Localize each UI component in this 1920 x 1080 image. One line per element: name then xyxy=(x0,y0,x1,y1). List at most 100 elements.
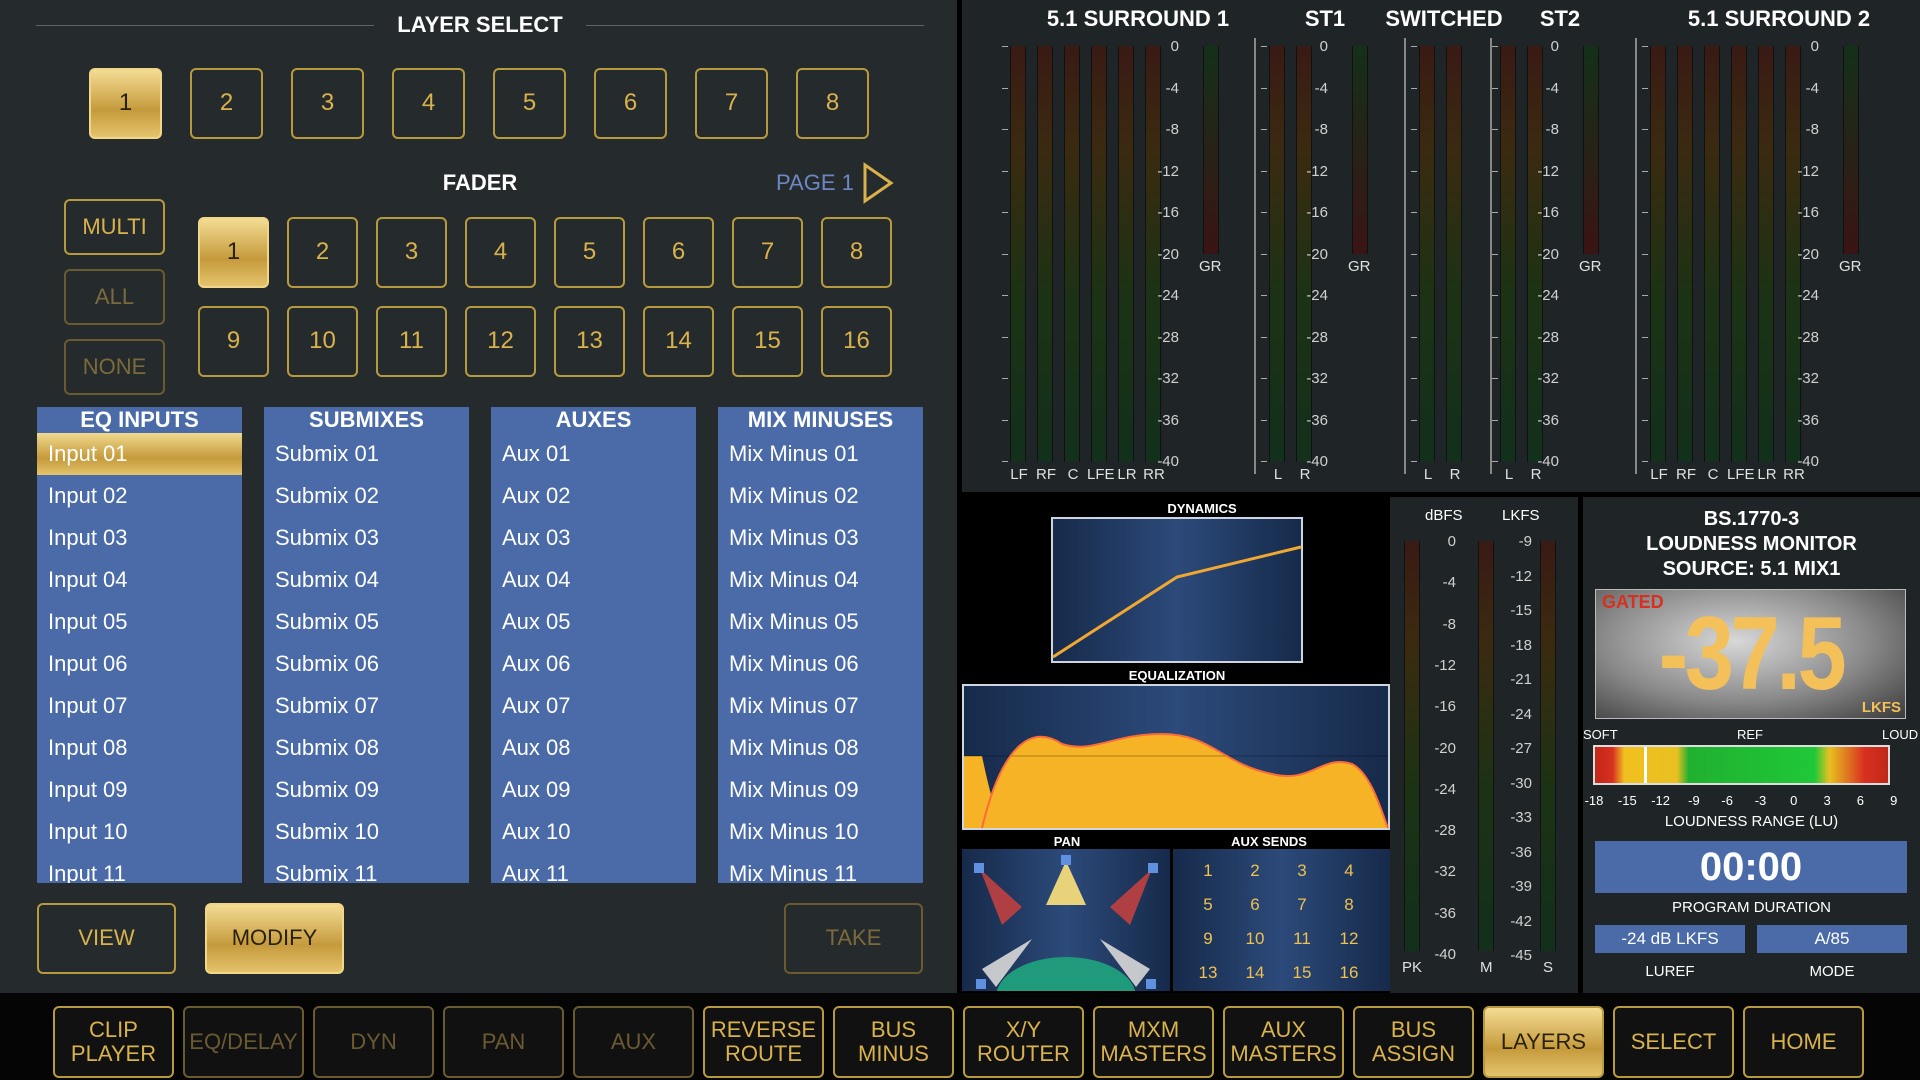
aux-send-5[interactable]: 5 xyxy=(1193,895,1223,915)
aux-send-3[interactable]: 3 xyxy=(1287,861,1317,881)
fader-button-11[interactable]: 11 xyxy=(376,306,447,377)
list-item[interactable]: Aux 09 xyxy=(491,769,696,811)
list-item[interactable]: Input 08 xyxy=(37,727,242,769)
list-item[interactable]: Submix 11 xyxy=(264,853,469,883)
fader-button-6[interactable]: 6 xyxy=(643,217,714,288)
aux-send-2[interactable]: 2 xyxy=(1240,861,1270,881)
list-item[interactable]: Input 05 xyxy=(37,601,242,643)
layer-button-1[interactable]: 1 xyxy=(89,68,162,139)
list-item[interactable]: Aux 06 xyxy=(491,643,696,685)
list-item[interactable]: Submix 07 xyxy=(264,685,469,727)
list-item[interactable]: Input 06 xyxy=(37,643,242,685)
all-button[interactable]: ALL xyxy=(64,269,165,325)
aux-send-8[interactable]: 8 xyxy=(1334,895,1364,915)
fader-button-14[interactable]: 14 xyxy=(643,306,714,377)
list-item[interactable]: Submix 03 xyxy=(264,517,469,559)
list-item[interactable]: Mix Minus 04 xyxy=(718,559,923,601)
list-item[interactable]: Submix 09 xyxy=(264,769,469,811)
layer-button-6[interactable]: 6 xyxy=(594,68,667,139)
aux-send-12[interactable]: 12 xyxy=(1334,929,1364,949)
nav-aux-masters-button[interactable]: AUX MASTERS xyxy=(1223,1006,1344,1078)
list-item[interactable]: Submix 08 xyxy=(264,727,469,769)
list-item[interactable]: Input 11 xyxy=(37,853,242,883)
nav-clip-player-button[interactable]: CLIP PLAYER xyxy=(53,1006,174,1078)
nav-mxm-masters-button[interactable]: MXM MASTERS xyxy=(1093,1006,1214,1078)
fader-button-8[interactable]: 8 xyxy=(821,217,892,288)
fader-button-10[interactable]: 10 xyxy=(287,306,358,377)
layer-button-8[interactable]: 8 xyxy=(796,68,869,139)
aux-send-6[interactable]: 6 xyxy=(1240,895,1270,915)
list-item[interactable]: Submix 04 xyxy=(264,559,469,601)
modify-button[interactable]: MODIFY xyxy=(205,903,344,974)
layer-button-3[interactable]: 3 xyxy=(291,68,364,139)
list-item[interactable]: Submix 06 xyxy=(264,643,469,685)
fader-button-5[interactable]: 5 xyxy=(554,217,625,288)
nav-x-y-router-button[interactable]: X/Y ROUTER xyxy=(963,1006,1084,1078)
list-item[interactable]: Mix Minus 08 xyxy=(718,727,923,769)
fader-button-4[interactable]: 4 xyxy=(465,217,536,288)
aux-send-15[interactable]: 15 xyxy=(1287,963,1317,983)
layer-button-2[interactable]: 2 xyxy=(190,68,263,139)
nav-bus-assign-button[interactable]: BUS ASSIGN xyxy=(1353,1006,1474,1078)
nav-layers-button[interactable]: LAYERS xyxy=(1483,1006,1604,1078)
nav-pan-button[interactable]: PAN xyxy=(443,1006,564,1078)
mode-value[interactable]: A/85 xyxy=(1757,925,1907,953)
aux-send-9[interactable]: 9 xyxy=(1193,929,1223,949)
aux-send-13[interactable]: 13 xyxy=(1193,963,1223,983)
list-item[interactable]: Submix 10 xyxy=(264,811,469,853)
multi-button[interactable]: MULTI xyxy=(64,199,165,255)
next-page-icon[interactable] xyxy=(862,162,894,204)
fader-button-1[interactable]: 1 xyxy=(198,217,269,288)
list-item[interactable]: Mix Minus 11 xyxy=(718,853,923,883)
view-button[interactable]: VIEW xyxy=(37,903,176,974)
list-item[interactable]: Aux 07 xyxy=(491,685,696,727)
nav-reverse-route-button[interactable]: REVERSE ROUTE xyxy=(703,1006,824,1078)
list-item[interactable]: Aux 01 xyxy=(491,433,696,475)
nav-bus-minus-button[interactable]: BUS MINUS xyxy=(833,1006,954,1078)
list-item[interactable]: Mix Minus 07 xyxy=(718,685,923,727)
layer-button-4[interactable]: 4 xyxy=(392,68,465,139)
list-item[interactable]: Mix Minus 01 xyxy=(718,433,923,475)
list-item[interactable]: Aux 05 xyxy=(491,601,696,643)
list-item[interactable]: Mix Minus 06 xyxy=(718,643,923,685)
layer-button-5[interactable]: 5 xyxy=(493,68,566,139)
aux-send-7[interactable]: 7 xyxy=(1287,895,1317,915)
list-item[interactable]: Input 07 xyxy=(37,685,242,727)
aux-send-1[interactable]: 1 xyxy=(1193,861,1223,881)
list-item[interactable]: Submix 01 xyxy=(264,433,469,475)
nav-home-button[interactable]: HOME xyxy=(1743,1006,1864,1078)
list-item[interactable]: Aux 10 xyxy=(491,811,696,853)
list-item[interactable]: Submix 05 xyxy=(264,601,469,643)
take-button[interactable]: TAKE xyxy=(784,903,923,974)
aux-send-14[interactable]: 14 xyxy=(1240,963,1270,983)
dynamics-graph[interactable] xyxy=(1051,517,1303,663)
aux-send-4[interactable]: 4 xyxy=(1334,861,1364,881)
fader-button-16[interactable]: 16 xyxy=(821,306,892,377)
nav-select-button[interactable]: SELECT xyxy=(1613,1006,1734,1078)
nav-dyn-button[interactable]: DYN xyxy=(313,1006,434,1078)
list-item[interactable]: Submix 02 xyxy=(264,475,469,517)
fader-button-3[interactable]: 3 xyxy=(376,217,447,288)
layer-button-7[interactable]: 7 xyxy=(695,68,768,139)
list-item[interactable]: Aux 08 xyxy=(491,727,696,769)
luref-value[interactable]: -24 dB LKFS xyxy=(1595,925,1745,953)
list-item[interactable]: Input 02 xyxy=(37,475,242,517)
list-item[interactable]: Aux 04 xyxy=(491,559,696,601)
fader-button-12[interactable]: 12 xyxy=(465,306,536,377)
list-item[interactable]: Aux 02 xyxy=(491,475,696,517)
list-item[interactable]: Mix Minus 10 xyxy=(718,811,923,853)
list-item[interactable]: Aux 03 xyxy=(491,517,696,559)
list-item[interactable]: Aux 11 xyxy=(491,853,696,883)
none-button[interactable]: NONE xyxy=(64,339,165,395)
fader-button-2[interactable]: 2 xyxy=(287,217,358,288)
list-item[interactable]: Input 09 xyxy=(37,769,242,811)
nav-eq-delay-button[interactable]: EQ/DELAY xyxy=(183,1006,304,1078)
list-item[interactable]: Mix Minus 03 xyxy=(718,517,923,559)
nav-aux-button[interactable]: AUX xyxy=(573,1006,694,1078)
fader-button-13[interactable]: 13 xyxy=(554,306,625,377)
aux-send-16[interactable]: 16 xyxy=(1334,963,1364,983)
aux-sends-grid[interactable]: 1 2 3 4 5 6 7 8 9 10 11 12 13 14 15 16 xyxy=(1173,849,1390,991)
list-item[interactable]: Input 10 xyxy=(37,811,242,853)
pan-display[interactable] xyxy=(962,849,1170,991)
eq-graph[interactable] xyxy=(962,684,1390,830)
